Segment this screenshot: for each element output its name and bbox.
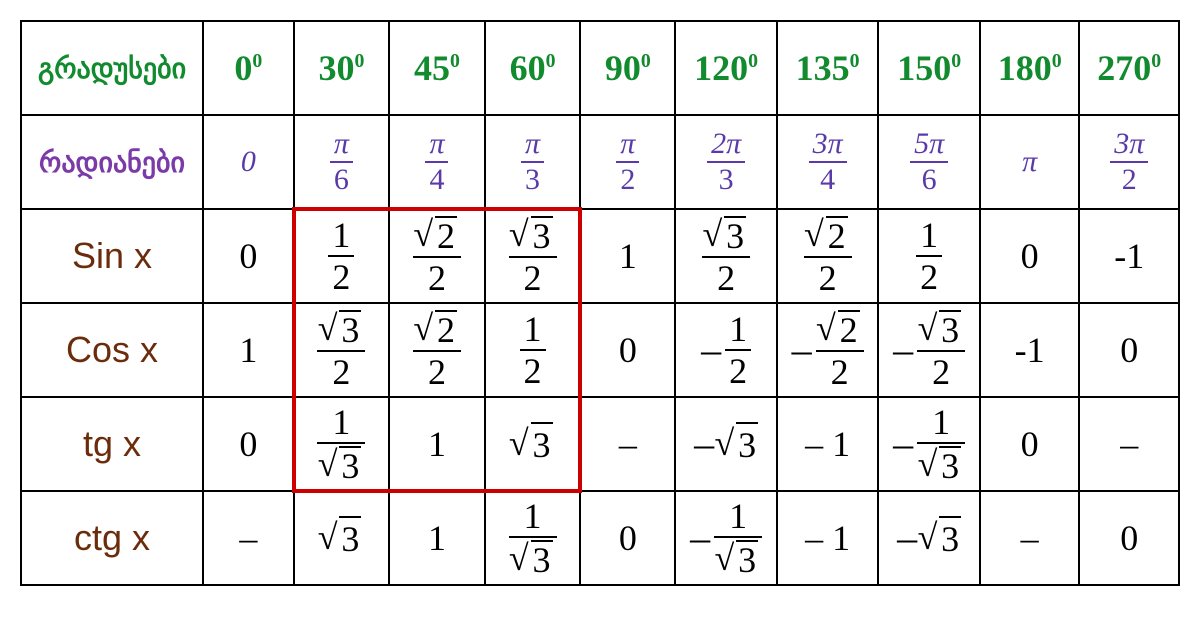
deg-180: 1800 xyxy=(980,21,1080,115)
sin-0: 0 xyxy=(203,209,294,303)
cos-3: 12 xyxy=(485,303,581,397)
ctg-6: – 1 xyxy=(777,491,879,585)
rad-3: π3 xyxy=(485,115,581,209)
ctg-9: 0 xyxy=(1079,491,1179,585)
rad-6: 3π4 xyxy=(777,115,879,209)
ctg-0: – xyxy=(203,491,294,585)
rad-5: 2π3 xyxy=(675,115,777,209)
rad-9: 3π2 xyxy=(1079,115,1179,209)
ctg-7: –3 xyxy=(878,491,980,585)
rad-7: 5π6 xyxy=(878,115,980,209)
tg-9: – xyxy=(1079,397,1179,491)
deg-150: 1500 xyxy=(878,21,980,115)
ctg-2: 1 xyxy=(389,491,485,585)
tg-6: – 1 xyxy=(777,397,879,491)
ctg-4: 0 xyxy=(580,491,675,585)
rad-0: 0 xyxy=(203,115,294,209)
sin-6: 22 xyxy=(777,209,879,303)
sin-9: -1 xyxy=(1079,209,1179,303)
sin-3: 32 xyxy=(485,209,581,303)
tg-7: –13 xyxy=(878,397,980,491)
trig-table: გრადუსები 00 300 450 600 900 1200 1350 1… xyxy=(20,20,1180,586)
rad-2: π4 xyxy=(389,115,485,209)
degrees-label-cell: გრადუსები xyxy=(21,21,203,115)
radians-label-cell: რადიანები xyxy=(21,115,203,209)
deg-60: 600 xyxy=(485,21,581,115)
ctg-8: – xyxy=(980,491,1080,585)
tg-0: 0 xyxy=(203,397,294,491)
cos-label: Cos x xyxy=(21,303,203,397)
deg-30: 300 xyxy=(294,21,390,115)
tg-4: – xyxy=(580,397,675,491)
rad-4: π2 xyxy=(580,115,675,209)
cos-9: 0 xyxy=(1079,303,1179,397)
sin-1: 12 xyxy=(294,209,390,303)
deg-120: 1200 xyxy=(675,21,777,115)
tg-2: 1 xyxy=(389,397,485,491)
cos-8: -1 xyxy=(980,303,1080,397)
sin-4: 1 xyxy=(580,209,675,303)
deg-90: 900 xyxy=(580,21,675,115)
radians-label: რადიანები xyxy=(39,148,185,179)
deg-45: 450 xyxy=(389,21,485,115)
cos-7: –32 xyxy=(878,303,980,397)
degrees-label: გრადუსები xyxy=(38,54,186,85)
tg-3: 3 xyxy=(485,397,581,491)
cos-6: –22 xyxy=(777,303,879,397)
ctg-5: –13 xyxy=(675,491,777,585)
tg-1: 13 xyxy=(294,397,390,491)
sin-7: 12 xyxy=(878,209,980,303)
sin-label: Sin x xyxy=(21,209,203,303)
cos-0: 1 xyxy=(203,303,294,397)
sin-8: 0 xyxy=(980,209,1080,303)
cos-1: 32 xyxy=(294,303,390,397)
ctg-3: 13 xyxy=(485,491,581,585)
ctg-1: 3 xyxy=(294,491,390,585)
rad-1: π6 xyxy=(294,115,390,209)
cos-4: 0 xyxy=(580,303,675,397)
ctg-label: ctg x xyxy=(21,491,203,585)
sin-2: 22 xyxy=(389,209,485,303)
tg-label: tg x xyxy=(21,397,203,491)
deg-270: 2700 xyxy=(1079,21,1179,115)
cos-2: 22 xyxy=(389,303,485,397)
rad-8: π xyxy=(980,115,1080,209)
deg-0: 00 xyxy=(203,21,294,115)
sin-5: 32 xyxy=(675,209,777,303)
trig-table-wrap: გრადუსები 00 300 450 600 900 1200 1350 1… xyxy=(20,20,1180,586)
cos-5: –12 xyxy=(675,303,777,397)
deg-135: 1350 xyxy=(777,21,879,115)
tg-5: –3 xyxy=(675,397,777,491)
tg-8: 0 xyxy=(980,397,1080,491)
